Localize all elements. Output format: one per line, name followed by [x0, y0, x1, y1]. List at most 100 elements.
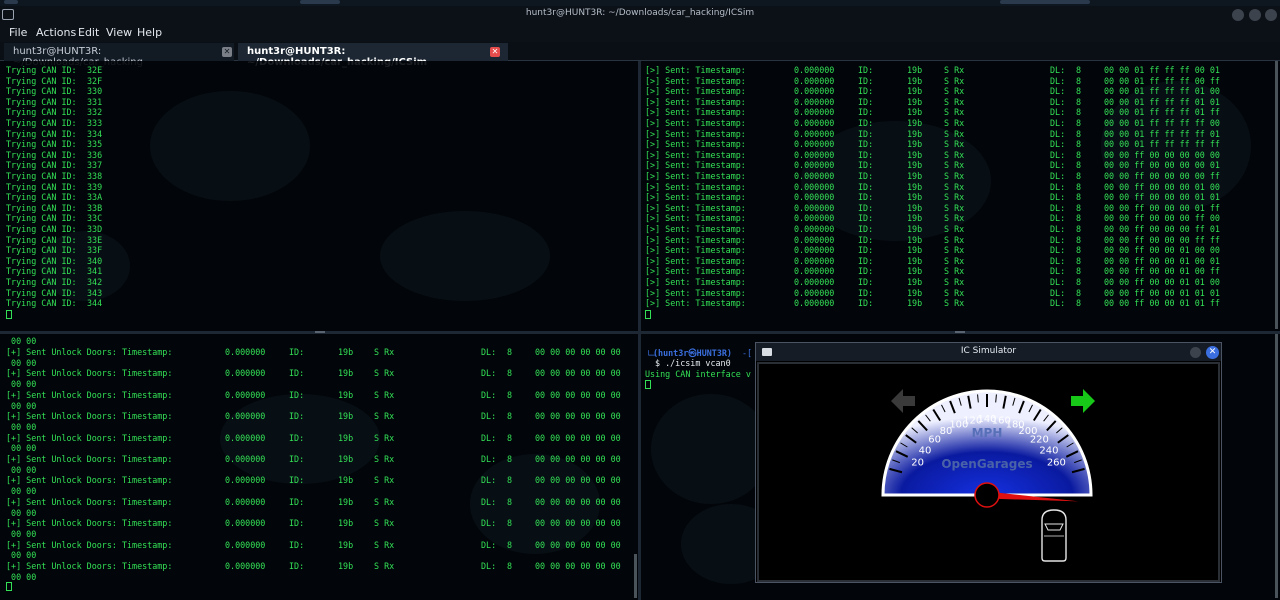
- data-bytes-continuation: 00 00: [6, 336, 37, 346]
- can-id-value: 19b: [907, 86, 923, 97]
- minimize-window-button[interactable]: [1232, 9, 1244, 21]
- close-tab-icon[interactable]: ✕: [490, 47, 500, 57]
- horizontal-pane-splitter[interactable]: [0, 331, 1280, 334]
- can-id-value: 335: [87, 139, 103, 150]
- system-tray[interactable]: [1000, 0, 1090, 4]
- rx-flag: S Rx: [944, 234, 965, 245]
- tab-car-hacking[interactable]: hunt3r@HUNT3R: ~/Downloads/car_hacking ✕: [4, 43, 234, 68]
- timestamp-value: 0.000000: [794, 86, 835, 97]
- data-bytes: 00 00 ff 00 00 00 00 00: [1104, 149, 1220, 160]
- rx-flag: S Rx: [374, 432, 395, 443]
- rx-flag: S Rx: [374, 496, 395, 507]
- can-scan-label: Trying CAN ID:: [6, 298, 82, 309]
- can-id-value: 336: [87, 149, 103, 160]
- can-scan-label: Trying CAN ID:: [6, 75, 82, 86]
- sent-log-label: [>] Sent: Timestamp:: [645, 192, 746, 203]
- speed-tick-label: 220: [1030, 435, 1049, 446]
- dl-value: 8: [1076, 234, 1082, 245]
- can-id-value: 19b: [907, 202, 923, 213]
- ic-simulator-window[interactable]: IC Simulator ✕ 20 40 60 80 100 120 140 160 180 20…: [755, 342, 1222, 583]
- id-label: ID:: [858, 255, 874, 266]
- rx-flag: S Rx: [944, 160, 965, 171]
- rx-flag: S Rx: [944, 96, 965, 107]
- ic-minimize-button[interactable]: [1190, 347, 1201, 358]
- id-label: ID:: [858, 245, 874, 256]
- can-scan-label: Trying CAN ID:: [6, 107, 82, 118]
- scrollbar-thumb[interactable]: [1275, 334, 1278, 598]
- terminal-pane-top-right[interactable]: [>] Sent: Timestamp: 0.000000 ID: 19b S Rx DL…: [641, 61, 1280, 331]
- can-scan-label: Trying CAN ID:: [6, 65, 82, 75]
- splitter-grip[interactable]: [315, 331, 325, 333]
- data-bytes: 00 00 ff 00 00 01 00 00: [1104, 245, 1220, 256]
- can-id-value: 32E: [87, 65, 103, 75]
- unlock-doors-log-label: [+] Sent Unlock Doors: Timestamp:: [6, 368, 173, 379]
- data-bytes: 00 00 00 00 00 00: [535, 389, 621, 400]
- scrollbar-thumb[interactable]: [1275, 61, 1278, 329]
- dl-label: DL:: [481, 496, 497, 507]
- menu-edit[interactable]: Edit: [78, 26, 99, 39]
- can-id-value: 19b: [907, 298, 923, 309]
- dl-value: 8: [1076, 192, 1082, 203]
- splitter-grip[interactable]: [955, 331, 965, 333]
- terminal-cursor: [645, 380, 651, 389]
- timestamp-value: 0.000000: [225, 496, 266, 507]
- terminal-pane-top-left[interactable]: Trying CAN ID: 32E Trying CAN ID: 32F Tryi…: [0, 61, 638, 331]
- can-id-value: 19b: [907, 213, 923, 224]
- sent-log-label: [>] Sent: Timestamp:: [645, 266, 746, 277]
- menu-actions[interactable]: Actions: [36, 26, 76, 39]
- can-id-value: 19b: [907, 96, 923, 107]
- timestamp-value: 0.000000: [794, 160, 835, 171]
- tab-icsim[interactable]: hunt3r@HUNT3R: ~/Downloads/car_hacking/I…: [238, 43, 508, 68]
- data-bytes-continuation: 00 00: [6, 528, 37, 539]
- can-id-value: 19b: [338, 347, 354, 357]
- close-tab-icon[interactable]: ✕: [222, 47, 232, 57]
- instrument-cluster: 20 40 60 80 100 120 140 160 180 200 220 240 260 MPH …: [757, 362, 1220, 582]
- dl-value: 8: [1076, 266, 1082, 277]
- dl-label: DL:: [1050, 245, 1066, 256]
- menu-file[interactable]: File: [9, 26, 27, 39]
- data-bytes-continuation: 00 00: [6, 507, 37, 518]
- menu-view[interactable]: View: [106, 26, 132, 39]
- scrollbar-thumb[interactable]: [634, 554, 637, 598]
- rx-flag: S Rx: [944, 192, 965, 203]
- menu-help[interactable]: Help: [137, 26, 162, 39]
- speed-tick-label: 20: [911, 458, 924, 469]
- id-label: ID:: [289, 518, 305, 529]
- timestamp-value: 0.000000: [794, 171, 835, 181]
- rx-flag: S Rx: [944, 65, 965, 75]
- dl-value: 8: [507, 411, 513, 422]
- car-door-status-icon: [1041, 509, 1067, 562]
- ic-close-button[interactable]: ✕: [1206, 346, 1219, 359]
- dl-value: 8: [1076, 139, 1082, 150]
- id-label: ID:: [858, 139, 874, 150]
- can-id-value: 33F: [87, 245, 103, 256]
- dl-label: DL:: [1050, 171, 1066, 181]
- sent-log-label: [>] Sent: Timestamp:: [645, 128, 746, 139]
- rx-flag: S Rx: [944, 266, 965, 277]
- ic-simulator-titlebar[interactable]: IC Simulator ✕: [756, 343, 1221, 361]
- background-map-watermark: [651, 394, 771, 504]
- data-bytes: 00 00 ff 00 00 01 01 ff: [1104, 298, 1220, 309]
- id-label: ID:: [858, 224, 874, 234]
- workspace-indicator[interactable]: [300, 0, 340, 4]
- data-bytes: 00 00 01 ff ff ff 01 ff: [1104, 107, 1220, 118]
- can-scan-label: Trying CAN ID:: [6, 86, 82, 97]
- rx-flag: S Rx: [944, 118, 965, 128]
- system-menu-icon[interactable]: [4, 0, 18, 4]
- data-bytes: 00 00 ff 00 00 00 01 ff: [1104, 202, 1220, 213]
- can-scan-label: Trying CAN ID:: [6, 118, 82, 128]
- sent-log-label: [>] Sent: Timestamp:: [645, 75, 746, 86]
- sent-log-label: [>] Sent: Timestamp:: [645, 255, 746, 266]
- dl-value: 8: [1076, 277, 1082, 287]
- maximize-window-button[interactable]: [1249, 9, 1261, 21]
- id-label: ID:: [858, 107, 874, 118]
- close-window-button[interactable]: [1265, 9, 1277, 21]
- prompt-path-tail: -[: [742, 348, 753, 358]
- can-id-value: 33C: [87, 213, 103, 224]
- can-scan-label: Trying CAN ID:: [6, 224, 82, 234]
- timestamp-value: 0.000000: [225, 368, 266, 379]
- can-id-value: 19b: [907, 224, 923, 234]
- unlock-doors-log-label: [+] Sent Unlock Doors: Timestamp:: [6, 518, 173, 529]
- dl-label: DL:: [1050, 128, 1066, 139]
- terminal-pane-bottom-left[interactable]: 00 00 [+] Sent Unlock Doors: Timestamp: 0.…: [0, 334, 638, 600]
